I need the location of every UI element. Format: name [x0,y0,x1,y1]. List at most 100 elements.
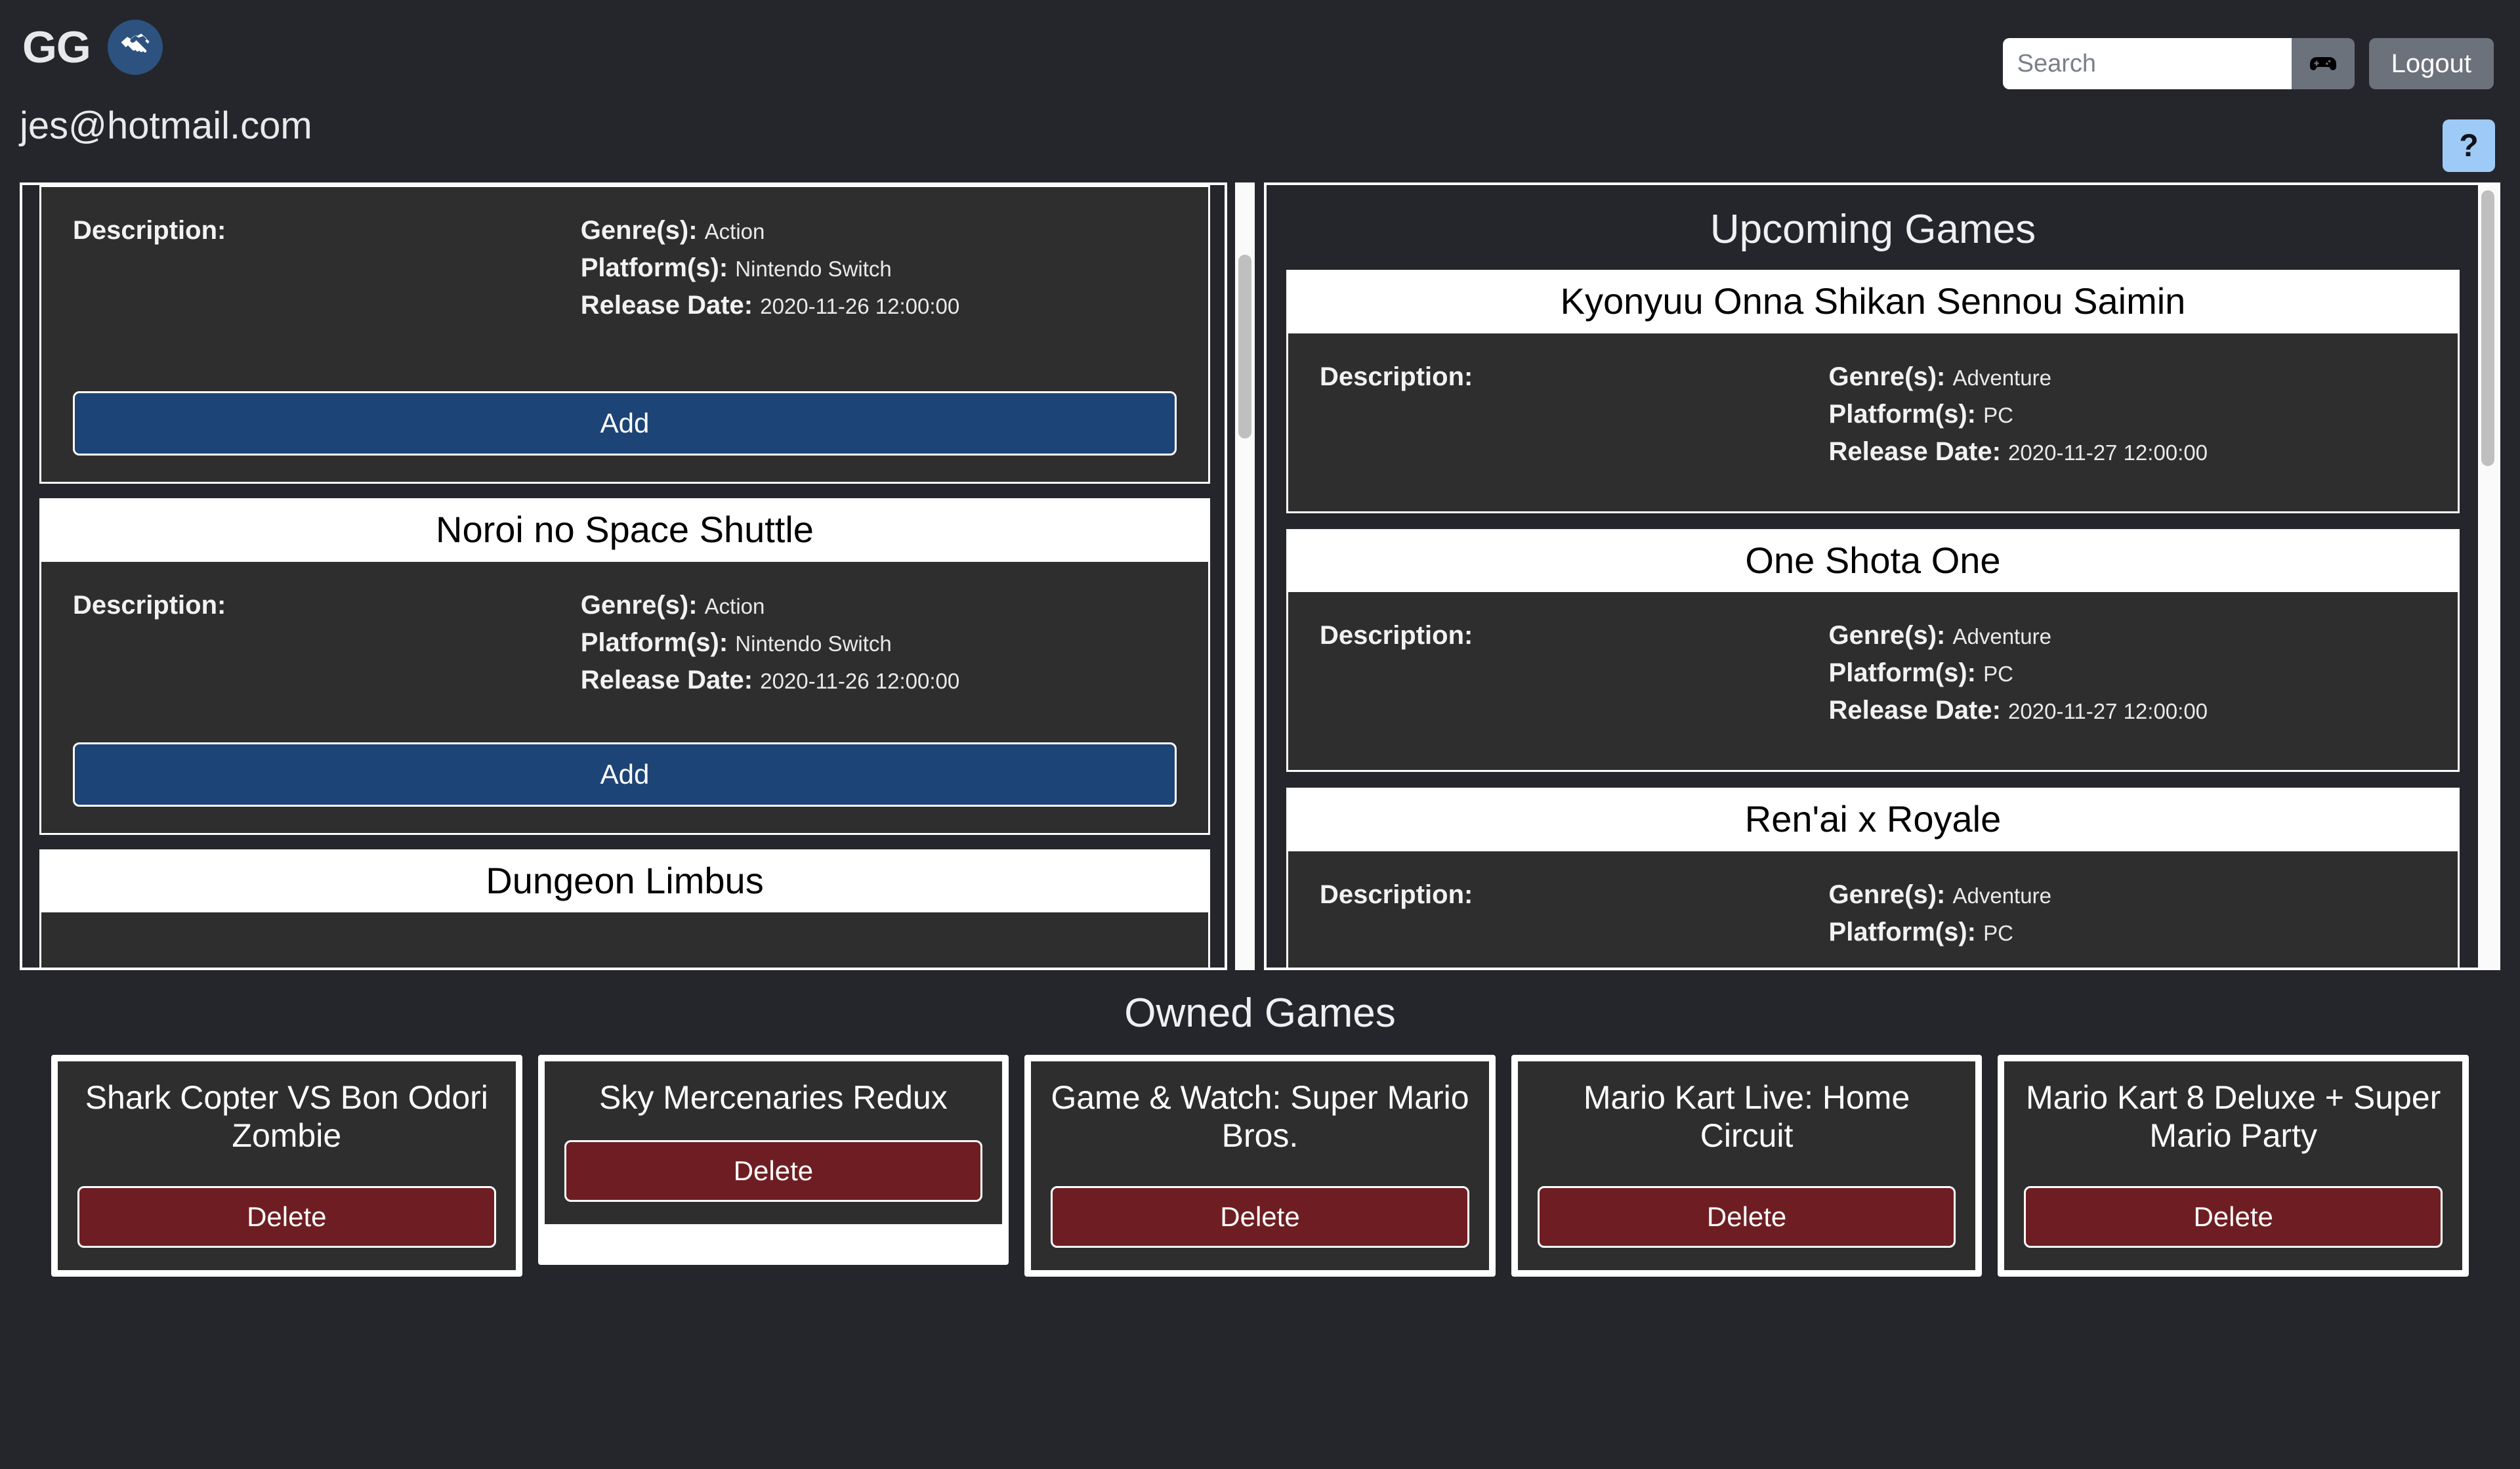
platforms-row: Platform(s): PC [1829,918,2426,947]
delete-button[interactable]: Delete [564,1140,983,1202]
delete-button[interactable]: Delete [77,1186,496,1248]
platforms-row: Platform(s): PC [1829,658,2426,688]
brand[interactable]: GG [22,0,163,75]
owned-game-card[interactable]: Mario Kart Live: Home Circuit Delete [1511,1055,1983,1277]
upcoming-game-card[interactable]: Ren'ai x Royale Description: Genre(s): A… [1286,788,2460,968]
platforms-label: Platform(s): [1828,917,1976,947]
game-title: Dungeon Limbus [41,851,1208,913]
owned-game-name: Game & Watch: Super Mario Bros. [1051,1079,1469,1154]
handshake-icon [107,20,163,75]
release-date-value: 2020-11-27 12:00:00 [2008,699,2208,724]
owned-game-inner: Mario Kart Live: Home Circuit Delete [1517,1061,1976,1270]
right-panel-scrollbar-track[interactable] [2478,185,2498,968]
card-spacer [73,703,1177,742]
upcoming-games-scroll[interactable]: Upcoming Games Kyonyuu Onna Shikan Senno… [1267,185,2498,968]
genres-value: Adventure [1952,365,2051,390]
panels-container: Description: Genre(s): Action Platform(s… [20,182,2500,970]
platforms-label: Platform(s): [1828,399,1976,429]
platforms-row: Platform(s): PC [1829,400,2426,429]
owned-game-inner: Game & Watch: Super Mario Bros. Delete [1031,1061,1489,1270]
search-input[interactable] [2002,38,2292,89]
platforms-value: PC [1983,920,2013,945]
platforms-label: Platform(s): [580,253,728,282]
description-label: Description: [73,590,226,620]
platforms-value: Nintendo Switch [735,257,892,281]
upcoming-game-card[interactable]: Kyonyuu Onna Shikan Sennou Saimin Descri… [1286,270,2460,513]
left-panel-scrollbar-track[interactable] [1235,182,1255,970]
platforms-row: Platform(s): Nintendo Switch [581,628,1177,658]
genres-row: Genre(s): Adventure [1829,621,2426,650]
platforms-value: Nintendo Switch [735,631,892,656]
top-navbar: GG jes@hotmail.com Logout ? [0,0,2520,172]
release-date-value: 2020-11-26 12:00:00 [760,294,960,318]
description-label: Description: [1320,621,1473,650]
release-date-label: Release Date: [580,291,753,320]
panel-gap [1227,182,1264,970]
release-date-value: 2020-11-26 12:00:00 [760,668,960,693]
release-date-row: Release Date: 2020-11-26 12:00:00 [581,291,1177,320]
game-card-body: Description: Genre(s): Adventure Platfor… [1288,851,2458,968]
owned-games-section: Owned Games Shark Copter VS Bon Odori Zo… [0,975,2520,1277]
add-button[interactable]: Add [73,391,1177,456]
owned-game-inner: Sky Mercenaries Redux Delete [544,1061,1003,1224]
owned-game-name: Mario Kart Live: Home Circuit [1583,1079,1910,1154]
platforms-label: Platform(s): [580,628,728,657]
game-card[interactable]: Dungeon Limbus [39,849,1210,968]
owned-game-name: Sky Mercenaries Redux [599,1079,948,1116]
genres-label: Genre(s): [580,216,698,245]
owned-games-list: Shark Copter VS Bon Odori Zombie Delete … [0,1055,2520,1277]
game-card-body [41,912,1208,968]
help-button[interactable]: ? [2443,119,2495,172]
description-label: Description: [73,216,226,245]
genres-label: Genre(s): [1828,880,1946,909]
search-group [2002,38,2355,89]
platforms-value: PC [1983,402,2013,427]
release-date-label: Release Date: [1828,436,2001,466]
owned-game-card[interactable]: Mario Kart 8 Deluxe + Super Mario Party … [1998,1055,2469,1277]
game-card-body: Description: Genre(s): Action Platform(s… [41,187,1208,482]
owned-game-card[interactable]: Shark Copter VS Bon Odori Zombie Delete [51,1055,522,1277]
brand-text: GG [22,22,91,72]
game-card-body: Description: Genre(s): Adventure Platfor… [1288,333,2458,511]
genres-row: Genre(s): Adventure [1829,362,2426,392]
owned-games-title: Owned Games [1124,990,1396,1036]
user-email: jes@hotmail.com [20,104,312,147]
owned-game-name: Shark Copter VS Bon Odori Zombie [85,1079,488,1154]
genres-row: Genre(s): Adventure [1829,880,2426,910]
owned-game-card[interactable]: Game & Watch: Super Mario Bros. Delete [1024,1055,1496,1277]
platforms-row: Platform(s): Nintendo Switch [581,253,1177,283]
owned-game-card[interactable]: Sky Mercenaries Redux Delete [537,1055,1009,1265]
release-date-label: Release Date: [580,665,753,694]
add-button[interactable]: Add [73,742,1177,807]
owned-game-inner: Mario Kart 8 Deluxe + Super Mario Party … [2004,1061,2462,1270]
game-title: Noroi no Space Shuttle [41,500,1208,562]
delete-button[interactable]: Delete [1051,1186,1469,1248]
description-label: Description: [1320,362,1473,391]
game-card[interactable]: Noroi no Space Shuttle Description: Genr… [39,498,1210,835]
delete-button[interactable]: Delete [2024,1186,2443,1248]
search-results-scroll[interactable]: Description: Genre(s): Action Platform(s… [22,185,1225,968]
upcoming-game-card[interactable]: One Shota One Description: Genre(s): Adv… [1286,528,2460,773]
release-date-row: Release Date: 2020-11-27 12:00:00 [1829,437,2426,467]
panel-title: Upcoming Games [1710,207,2036,252]
genres-value: Adventure [1952,624,2051,649]
game-card-body: Description: Genre(s): Adventure Platfor… [1288,592,2458,770]
search-submit-button[interactable] [2291,38,2355,89]
gamepad-icon [2307,48,2339,79]
owned-game-inner: Shark Copter VS Bon Odori Zombie Delete [58,1061,516,1270]
game-title: Ren'ai x Royale [1288,790,2458,851]
genres-row: Genre(s): Action [581,216,1177,245]
delete-button[interactable]: Delete [1537,1186,1956,1248]
genres-label: Genre(s): [1828,621,1946,650]
game-card[interactable]: Description: Genre(s): Action Platform(s… [39,185,1210,484]
upcoming-games-panel: Upcoming Games Kyonyuu Onna Shikan Senno… [1264,182,2500,970]
left-panel-scrollbar-thumb[interactable] [1238,255,1251,438]
release-date-row: Release Date: 2020-11-26 12:00:00 [581,666,1177,695]
release-date-value: 2020-11-27 12:00:00 [2008,440,2208,465]
genres-row: Genre(s): Action [581,591,1177,620]
release-date-row: Release Date: 2020-11-27 12:00:00 [1829,696,2426,725]
card-spacer [73,328,1177,391]
genres-value: Action [704,593,765,618]
right-panel-scrollbar-thumb[interactable] [2481,190,2494,466]
logout-button[interactable]: Logout [2368,38,2494,89]
